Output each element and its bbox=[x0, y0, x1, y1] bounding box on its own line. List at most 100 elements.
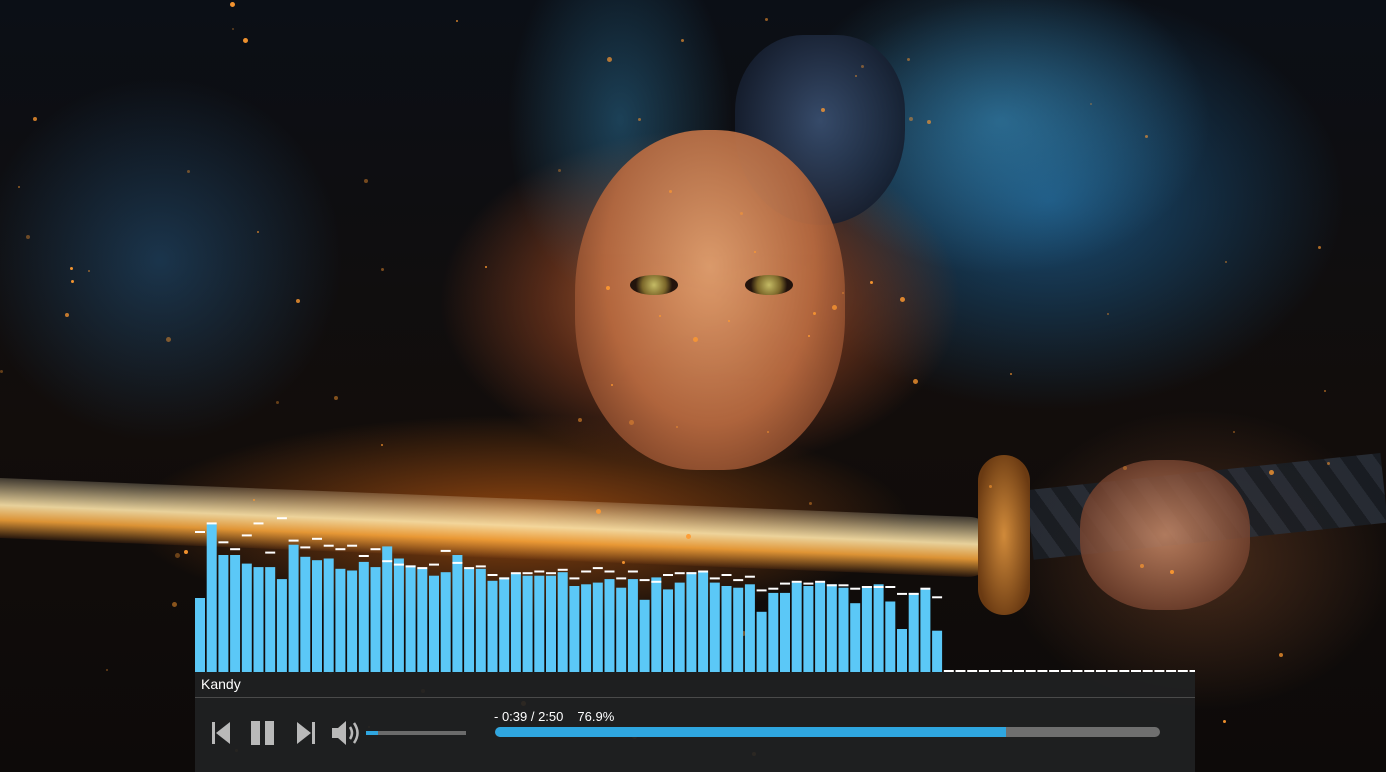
spark bbox=[26, 235, 30, 239]
visualizer-peak bbox=[721, 574, 732, 576]
spark bbox=[33, 117, 37, 121]
spark bbox=[1324, 390, 1326, 392]
spark bbox=[65, 313, 69, 317]
visualizer-bar bbox=[768, 592, 779, 672]
visualizer-peak bbox=[218, 541, 229, 544]
visualizer-peak bbox=[756, 589, 767, 592]
visualizer-peak bbox=[405, 565, 416, 568]
visualizer-peak bbox=[803, 582, 814, 585]
visualizer-peak bbox=[475, 565, 486, 568]
seek-bar[interactable] bbox=[495, 727, 1160, 737]
spark bbox=[832, 305, 837, 310]
visualizer-bar bbox=[241, 563, 252, 672]
spark bbox=[907, 58, 910, 61]
visualizer-peak bbox=[639, 579, 650, 582]
spark bbox=[334, 396, 338, 400]
spark bbox=[638, 118, 641, 121]
visualizer-bar bbox=[358, 561, 369, 672]
visualizer-bar bbox=[475, 568, 486, 672]
spark bbox=[629, 420, 634, 425]
spark bbox=[1225, 261, 1227, 263]
volume-slider[interactable] bbox=[366, 731, 466, 735]
visualizer-bar bbox=[370, 567, 381, 672]
visualizer-peak bbox=[241, 534, 252, 537]
visualizer-peak bbox=[312, 537, 322, 540]
face-figure bbox=[575, 130, 845, 470]
visualizer-bar bbox=[429, 575, 439, 672]
spark bbox=[184, 550, 188, 554]
next-button[interactable] bbox=[295, 720, 317, 746]
skip-previous-icon bbox=[212, 722, 230, 744]
visualizer-peak bbox=[487, 574, 498, 576]
spark bbox=[740, 212, 743, 215]
visualizer-bar bbox=[651, 577, 662, 672]
visualizer-bar bbox=[885, 601, 896, 672]
audio-player: Kandy - 0:39 / 2:50 76.9% bbox=[195, 672, 1195, 772]
spark bbox=[172, 602, 177, 607]
visualizer-peak bbox=[581, 570, 592, 573]
visualizer-bar bbox=[780, 592, 790, 672]
visualizer-bar bbox=[510, 574, 521, 672]
spark bbox=[900, 297, 905, 302]
visualizer-bar bbox=[323, 558, 334, 672]
spark bbox=[861, 65, 864, 68]
visualizer-bar bbox=[932, 630, 943, 672]
visualizer-peak bbox=[604, 570, 615, 573]
visualizer-bar bbox=[464, 568, 475, 672]
visualizer-peak bbox=[417, 567, 428, 570]
visualizer-peak bbox=[791, 580, 802, 583]
visualizer-bar bbox=[253, 567, 264, 672]
visualizer-bar bbox=[592, 582, 603, 672]
left-eye bbox=[630, 275, 678, 295]
visualizer-peak bbox=[206, 522, 217, 525]
pause-button[interactable] bbox=[249, 720, 277, 746]
visualizer-peak bbox=[698, 570, 709, 573]
spark bbox=[381, 444, 383, 446]
audio-visualizer bbox=[195, 500, 1195, 672]
spark bbox=[767, 431, 769, 433]
spark bbox=[659, 315, 661, 317]
spark bbox=[808, 335, 810, 337]
visualizer-bar bbox=[616, 587, 627, 672]
spark bbox=[187, 170, 190, 173]
spark bbox=[669, 190, 672, 193]
spark bbox=[296, 299, 300, 303]
spark bbox=[1279, 653, 1283, 657]
visualizer-bar bbox=[733, 587, 744, 672]
visualizer-bar bbox=[206, 524, 217, 672]
spark bbox=[1269, 470, 1274, 475]
pause-icon bbox=[251, 721, 274, 745]
spark bbox=[870, 281, 873, 284]
spark bbox=[1010, 373, 1012, 375]
spark bbox=[0, 370, 3, 373]
visualizer-bar bbox=[850, 603, 861, 672]
visualizer-peak bbox=[557, 568, 568, 571]
visualizer-peak bbox=[733, 579, 744, 582]
spark bbox=[842, 292, 844, 294]
visualizer-peak bbox=[873, 586, 884, 588]
visualizer-peak bbox=[569, 577, 580, 580]
visualizer-peak bbox=[920, 587, 931, 590]
spark bbox=[70, 267, 73, 270]
visualizer-canvas bbox=[195, 517, 1195, 672]
visualizer-bar bbox=[522, 575, 533, 672]
previous-button[interactable] bbox=[210, 720, 232, 746]
visualizer-bar bbox=[417, 568, 428, 672]
visualizer-peak bbox=[686, 572, 697, 575]
spark bbox=[821, 108, 825, 112]
visualizer-peak bbox=[838, 584, 849, 587]
visualizer-peak bbox=[616, 577, 627, 580]
visualizer-peak bbox=[627, 570, 638, 573]
visualizer-bar bbox=[627, 579, 638, 672]
visualizer-bar bbox=[300, 556, 311, 672]
track-title: Kandy bbox=[201, 676, 241, 692]
volume-button[interactable] bbox=[329, 717, 363, 749]
spark bbox=[611, 384, 613, 386]
spark bbox=[232, 28, 234, 30]
spark bbox=[1145, 135, 1148, 138]
spark bbox=[578, 418, 582, 422]
visualizer-bar bbox=[546, 575, 556, 672]
spark bbox=[913, 379, 918, 384]
visualizer-bar bbox=[347, 570, 358, 672]
spark bbox=[71, 280, 74, 283]
